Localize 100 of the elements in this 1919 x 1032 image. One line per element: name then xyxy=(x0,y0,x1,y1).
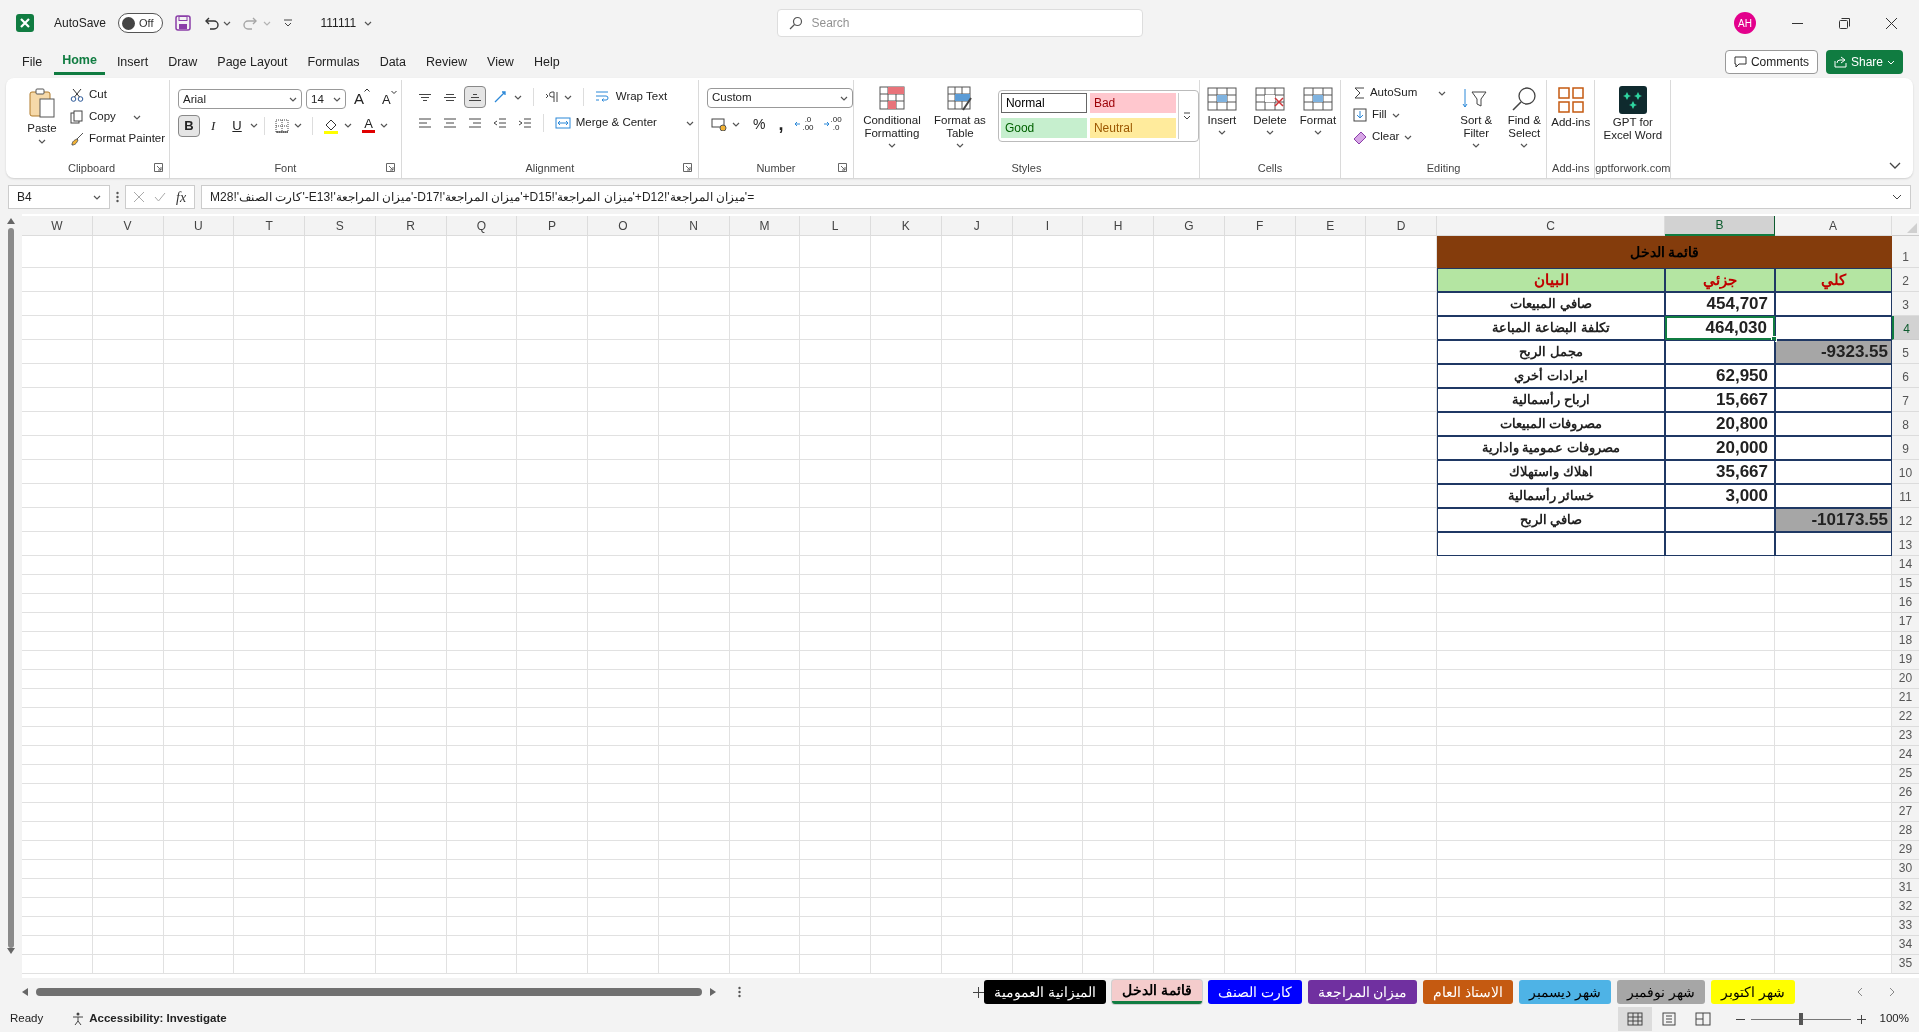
column-header[interactable]: Q xyxy=(446,216,518,236)
cell-style[interactable]: Bad xyxy=(1089,93,1176,113)
menu-tab[interactable]: Insert xyxy=(108,49,157,75)
menu-tab[interactable]: Help xyxy=(525,49,568,75)
restore-button[interactable] xyxy=(1839,17,1850,29)
menu-tab[interactable]: Formulas xyxy=(299,49,368,75)
user-avatar[interactable]: AH xyxy=(1734,12,1756,34)
accessibility-button[interactable]: Accessibility: Investigate xyxy=(71,1010,227,1028)
cut-button[interactable]: Cut xyxy=(66,84,170,106)
wrap-text-button[interactable]: Wrap Text xyxy=(590,86,672,108)
italic-button[interactable]: I xyxy=(202,114,225,137)
horizontal-scrollbar-thumb[interactable] xyxy=(36,988,702,996)
column-header[interactable]: O xyxy=(588,216,659,236)
merge-center-button[interactable]: Merge & Center xyxy=(550,112,698,134)
row-header[interactable]: 5 xyxy=(1892,340,1919,364)
row-header[interactable]: 17 xyxy=(1892,613,1919,632)
font-name-dropdown[interactable]: Arial xyxy=(178,89,303,110)
menu-tab[interactable]: File xyxy=(14,49,51,75)
row-header[interactable]: 32 xyxy=(1892,898,1919,917)
row-header[interactable]: 28 xyxy=(1892,822,1919,841)
format-as-table-button[interactable]: Format as Table xyxy=(929,82,990,148)
increase-decimal-button[interactable]: .0 .00 xyxy=(792,116,816,132)
row-header[interactable]: 11 xyxy=(1892,484,1919,508)
row-header[interactable]: 35 xyxy=(1892,955,1919,974)
column-header[interactable]: U xyxy=(163,216,235,236)
increase-font-size-button[interactable]: A xyxy=(350,88,375,111)
underline-button[interactable]: U xyxy=(226,114,249,137)
autosum-button[interactable]: AutoSum xyxy=(1348,82,1451,104)
row-header[interactable]: 34 xyxy=(1892,936,1919,955)
sheet-tab[interactable]: الميزانية العمومية xyxy=(983,980,1106,1004)
row-header[interactable]: 7 xyxy=(1892,388,1919,412)
row-header[interactable]: 23 xyxy=(1892,727,1919,746)
save-button[interactable] xyxy=(174,15,191,31)
row-header[interactable]: 6 xyxy=(1892,364,1919,388)
enter-button[interactable] xyxy=(154,192,166,202)
row-header[interactable]: 8 xyxy=(1892,412,1919,436)
row-header[interactable]: 2 xyxy=(1892,268,1919,292)
column-header[interactable]: G xyxy=(1154,216,1225,236)
row-header[interactable]: 19 xyxy=(1892,651,1919,670)
sheet-tab[interactable]: ميزان المراجعة xyxy=(1307,980,1418,1004)
row-header[interactable]: 3 xyxy=(1892,292,1919,316)
row-header[interactable]: 25 xyxy=(1892,765,1919,784)
menu-tab[interactable]: View xyxy=(479,49,522,75)
font-size-dropdown[interactable]: 14 xyxy=(306,89,347,110)
select-all-button[interactable] xyxy=(1892,216,1919,236)
cell-style[interactable]: Neutral xyxy=(1089,117,1176,138)
column-header[interactable]: J xyxy=(941,216,1013,236)
row-header[interactable]: 30 xyxy=(1892,860,1919,879)
row-header[interactable]: 33 xyxy=(1892,917,1919,936)
add-ins-button[interactable]: Add-ins xyxy=(1547,82,1595,158)
paste-button[interactable]: Paste xyxy=(22,84,62,158)
font-color-button[interactable]: A xyxy=(358,118,393,133)
menu-tab[interactable]: Home xyxy=(54,49,105,75)
sheet-tab[interactable]: شهر نوفمبر xyxy=(1617,980,1706,1004)
file-name-button[interactable]: 111111 xyxy=(320,14,373,32)
formula-field[interactable]: ='ميزان المراجعة'!D12+'ميزان المراجعة'!D15+'ميزان المراجعة'!D17-'ميزان المراجعة'!E13-'كارت الصنف'!M28 xyxy=(201,185,1911,209)
row-header[interactable]: 21 xyxy=(1892,689,1919,708)
zoom-slider-thumb[interactable] xyxy=(1798,1013,1803,1025)
column-header[interactable]: E xyxy=(1295,216,1367,236)
menu-tab[interactable]: Draw xyxy=(160,49,206,75)
column-header[interactable]: V xyxy=(92,216,164,236)
column-header[interactable]: W xyxy=(22,216,93,236)
column-header[interactable]: H xyxy=(1083,216,1154,236)
share-button[interactable]: Share xyxy=(1825,50,1903,74)
column-header[interactable]: D xyxy=(1366,216,1437,236)
zoom-slider[interactable] xyxy=(1750,1013,1851,1025)
decrease-font-size-button[interactable]: A xyxy=(378,89,401,109)
row-header[interactable]: 1 xyxy=(1892,236,1919,268)
format-painter-button[interactable]: Format Painter xyxy=(66,128,170,150)
sheet-tab[interactable]: شهر ديسمبر xyxy=(1519,980,1612,1004)
column-header[interactable]: P xyxy=(517,216,588,236)
sheet-tab[interactable]: كارت الصنف xyxy=(1207,980,1302,1004)
row-header[interactable]: 12 xyxy=(1892,508,1919,532)
zoom-percentage[interactable]: 100% xyxy=(1879,1010,1909,1028)
sort-filter-button[interactable]: Sort & Filter xyxy=(1454,82,1499,158)
collapse-ribbon-button[interactable] xyxy=(1889,162,1901,170)
comments-button[interactable]: Comments xyxy=(1724,50,1818,74)
row-header[interactable]: 26 xyxy=(1892,784,1919,803)
row-header[interactable]: 16 xyxy=(1892,594,1919,613)
row-header[interactable]: 24 xyxy=(1892,746,1919,765)
column-header[interactable]: B xyxy=(1665,216,1775,236)
menu-tab[interactable]: Data xyxy=(371,49,415,75)
new-sheet-button[interactable] xyxy=(972,986,984,998)
cell-style[interactable]: Normal xyxy=(1000,93,1087,113)
number-format-dropdown[interactable]: Custom xyxy=(706,88,853,108)
row-header[interactable]: 31 xyxy=(1892,879,1919,898)
row-header[interactable]: 27 xyxy=(1892,803,1919,822)
row-header[interactable]: 9 xyxy=(1892,436,1919,460)
column-header[interactable]: F xyxy=(1224,216,1296,236)
cell-style[interactable]: Good xyxy=(1000,117,1087,138)
row-header[interactable]: 4 xyxy=(1892,316,1919,340)
column-header[interactable]: N xyxy=(658,216,730,236)
row-header[interactable]: 20 xyxy=(1892,670,1919,689)
column-header[interactable]: T xyxy=(234,216,305,236)
bold-button[interactable]: B xyxy=(178,114,201,137)
column-header[interactable]: M xyxy=(729,216,801,236)
row-header[interactable]: 22 xyxy=(1892,708,1919,727)
column-header[interactable]: K xyxy=(871,216,942,236)
normal-view-button[interactable] xyxy=(1617,1007,1652,1031)
row-header[interactable]: 14 xyxy=(1892,556,1919,575)
